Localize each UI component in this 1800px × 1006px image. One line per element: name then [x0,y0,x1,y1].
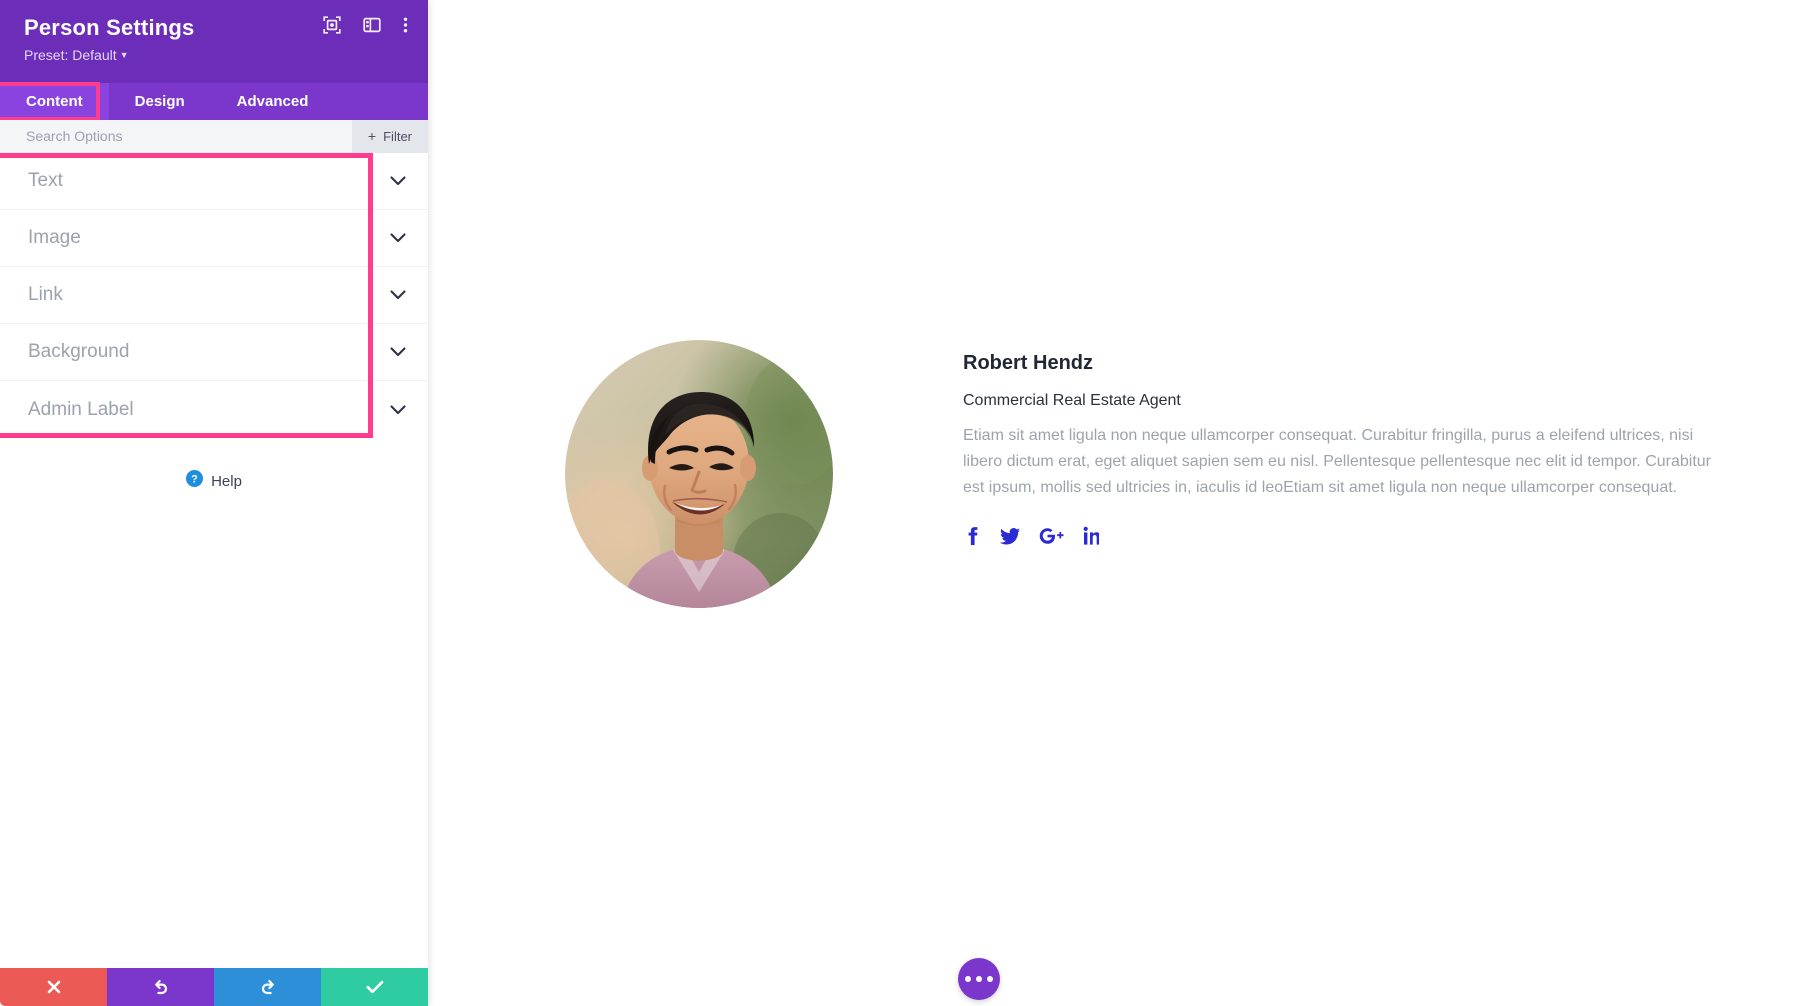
person-name: Robert Hendz [963,350,1733,376]
tab-design[interactable]: Design [109,83,211,120]
more-vertical-icon[interactable] [403,16,408,34]
panel-tabs: Content Design Advanced [0,83,428,120]
focus-icon[interactable] [323,16,341,34]
accordion-section-text[interactable]: Text [0,153,428,210]
tab-content[interactable]: Content [0,83,109,120]
help-button[interactable]: ? Help [0,438,428,492]
filter-button[interactable]: + Filter [352,120,428,153]
chevron-down-icon [390,233,406,243]
ellipsis-icon [987,976,993,982]
panel-header: Person Settings Preset: Default▼ [0,0,428,83]
person-role: Commercial Real Estate Agent [963,390,1733,412]
layout-panel-icon[interactable] [363,16,381,34]
checkmark-icon [366,980,384,994]
options-accordion: Text Image Link [0,153,428,438]
chevron-down-icon [390,405,406,415]
screen-root: Person Settings Preset: Default▼ [0,0,1800,1006]
accordion-section-background[interactable]: Background [0,324,428,381]
facebook-icon[interactable] [963,526,981,546]
undo-button[interactable] [107,968,214,1006]
page-settings-button[interactable] [958,958,1000,1000]
svg-text:?: ? [191,473,198,485]
person-text-block: Robert Hendz Commercial Real Estate Agen… [963,340,1733,546]
person-module: Robert Hendz Commercial Real Estate Agen… [428,340,1800,608]
ellipsis-icon [965,976,971,982]
options-accordion-wrap: Text Image Link [0,153,428,438]
preset-selector[interactable]: Preset: Default▼ [24,45,129,65]
social-links [963,526,1733,546]
search-row: + Filter [0,120,428,153]
person-settings-panel: Person Settings Preset: Default▼ [0,0,428,1006]
plus-icon: + [368,129,376,143]
search-input[interactable] [0,128,352,144]
accordion-section-admin-label[interactable]: Admin Label [0,381,428,438]
page-canvas: Robert Hendz Commercial Real Estate Agen… [428,0,1800,1006]
chevron-down-icon: ▼ [120,45,129,65]
chevron-down-icon [390,347,406,357]
redo-icon [259,978,277,996]
chevron-down-icon [390,176,406,186]
accordion-label: Text [28,170,63,192]
accordion-section-image[interactable]: Image [0,210,428,267]
filter-label: Filter [383,129,412,144]
save-button[interactable] [321,968,428,1006]
preset-label: Preset: Default [24,47,117,63]
person-bio: Etiam sit amet ligula non neque ullamcor… [963,423,1733,501]
avatar [565,340,833,608]
undo-icon [152,978,170,996]
accordion-label: Background [28,341,129,363]
help-label: Help [211,473,242,490]
accordion-label: Admin Label [28,399,134,421]
ellipsis-icon [976,976,982,982]
chevron-down-icon [390,290,406,300]
accordion-section-link[interactable]: Link [0,267,428,324]
redo-button[interactable] [214,968,321,1006]
close-icon [46,979,62,995]
panel-action-bar [0,968,428,1006]
accordion-label: Image [28,227,81,249]
linkedin-icon[interactable] [1083,526,1099,546]
cancel-button[interactable] [0,968,107,1006]
twitter-icon[interactable] [999,526,1021,546]
help-circle-icon: ? [186,470,203,492]
googleplus-icon[interactable] [1039,526,1065,546]
header-icon-group [323,16,408,34]
tab-advanced[interactable]: Advanced [211,83,335,120]
accordion-label: Link [28,284,63,306]
panel-spacer [0,492,428,968]
